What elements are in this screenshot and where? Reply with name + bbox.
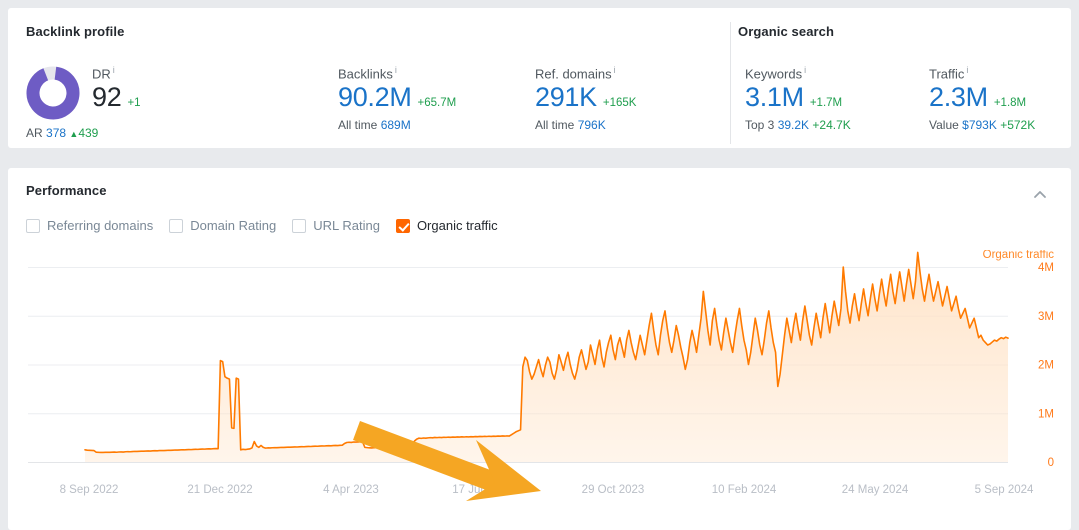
metric-traffic-label-text: Traffic: [929, 66, 965, 82]
metric-traffic-value[interactable]: 2.3M: [929, 83, 988, 112]
section-divider: [730, 22, 731, 144]
metric-backlinks-sub-value[interactable]: 689M: [381, 118, 411, 132]
metric-dr-value-row: 92 +1: [92, 82, 141, 113]
legend-label: URL Rating: [313, 218, 380, 233]
backlink-profile-title: Backlink profile: [26, 24, 125, 39]
x-axis-tick-label: 8 Sep 2022: [60, 484, 119, 496]
metric-keywords-value-row: 3.1M +1.7M: [745, 83, 851, 112]
metric-ref-domains-value[interactable]: 291K: [535, 83, 597, 112]
metric-keywords-label-text: Keywords: [745, 66, 803, 82]
metric-traffic-label: Traffic i: [929, 65, 1035, 81]
metric-dr-label: DR i: [92, 65, 141, 81]
checkbox-checked-icon[interactable]: [395, 218, 410, 233]
x-axis-tick-label: 21 Dec 2022: [187, 484, 252, 496]
metric-keywords-sub: Top 3 39.2K +24.7K: [745, 118, 851, 132]
metric-dr-label-text: DR: [92, 66, 111, 82]
metric-traffic-sub: Value $793K +572K: [929, 118, 1035, 132]
metric-ar-value[interactable]: 378: [46, 126, 66, 140]
dr-donut-chart: [26, 66, 80, 120]
overview-card: Backlink profile Organic search DR i 92 +…: [8, 8, 1071, 148]
metric-traffic-value-row: 2.3M +1.8M: [929, 83, 1035, 112]
y-axis-tick-label: 0: [1048, 457, 1054, 469]
performance-card: Performance Referring domains Domain Rati…: [8, 168, 1071, 530]
metric-ref-domains-delta: +165K: [602, 97, 637, 110]
metric-ref-domains-label-text: Ref. domains: [535, 66, 612, 82]
metric-traffic-sub-delta: +572K: [1000, 117, 1036, 132]
metric-dr: DR i 92 +1: [92, 65, 141, 112]
metric-backlinks-delta: +65.7M: [417, 97, 457, 110]
metric-ar: AR 378 ▲439: [26, 126, 98, 140]
legend-toggle-2[interactable]: URL Rating: [292, 218, 380, 233]
x-axis-tick-label: 5 Sep 2024: [975, 484, 1034, 496]
checkbox-icon[interactable]: [26, 218, 40, 233]
metric-keywords-value[interactable]: 3.1M: [745, 83, 804, 112]
metric-keywords-sub-value[interactable]: 39.2K: [778, 118, 809, 132]
metric-traffic: Traffic i 2.3M +1.8M Value $793K +572K: [929, 65, 1035, 132]
metric-ar-label: AR: [26, 126, 43, 140]
metric-backlinks-value[interactable]: 90.2M: [338, 83, 412, 112]
metric-ref-domains-sub-value[interactable]: 796K: [578, 118, 606, 132]
performance-title: Performance: [26, 183, 107, 198]
legend-toggle-0[interactable]: Referring domains: [26, 218, 153, 233]
metric-traffic-sub-value[interactable]: $793K: [962, 118, 997, 132]
legend-toggle-3[interactable]: Organic traffic: [395, 218, 498, 233]
x-axis-tick-label: 29 Oct 2023: [582, 484, 645, 496]
metric-ref-domains-label: Ref. domains i: [535, 65, 636, 81]
metric-backlinks-sub-label: All time: [338, 117, 378, 132]
checkbox-icon[interactable]: [292, 218, 307, 233]
x-axis-tick-label: 10 Feb 2024: [712, 484, 777, 496]
chart-series-label: Organic traffic: [983, 250, 1055, 261]
performance-chart[interactable]: 0 1M 2M 3M 4M Organic traffic 8 Sep 2022 21 Dec…: [8, 250, 1071, 530]
metric-backlinks-value-row: 90.2M +65.7M: [338, 83, 457, 112]
metric-backlinks-label: Backlinks i: [338, 65, 456, 81]
checkbox-icon[interactable]: [169, 218, 184, 233]
y-axis-tick-label: 2M: [1038, 360, 1054, 372]
metric-ref-domains-sub-label: All time: [535, 117, 575, 132]
metric-ar-delta: 439: [78, 126, 99, 140]
y-axis-tick-label: 3M: [1038, 311, 1054, 323]
organic-search-title: Organic search: [738, 24, 835, 39]
x-axis-tick-label: 4 Apr 2023: [323, 484, 379, 496]
metric-backlinks: Backlinks i 90.2M +65.7M All time 689M: [338, 65, 456, 132]
metric-keywords-label: Keywords i: [745, 65, 851, 81]
info-icon[interactable]: i: [395, 65, 397, 75]
metric-traffic-sub-label: Value: [929, 117, 959, 132]
triangle-up-icon: ▲: [69, 129, 79, 139]
legend-label: Organic traffic: [416, 218, 498, 233]
metric-backlinks-sub: All time 689M: [338, 118, 456, 132]
legend-toggle-1[interactable]: Domain Rating: [169, 218, 276, 233]
metric-dr-delta: +1: [127, 97, 141, 110]
info-icon[interactable]: i: [113, 65, 115, 75]
chevron-up-icon[interactable]: [1029, 184, 1051, 206]
metric-ref-domains-sub: All time 796K: [535, 118, 636, 132]
performance-legend: Referring domains Domain Rating URL Rating…: [26, 218, 498, 233]
info-icon[interactable]: i: [614, 65, 616, 75]
legend-label: Domain Rating: [190, 218, 277, 233]
metric-traffic-delta: +1.8M: [993, 97, 1027, 110]
info-icon[interactable]: i: [966, 65, 968, 75]
chart-area-fill: [85, 252, 1008, 462]
metric-dr-value: 92: [92, 82, 122, 113]
legend-label: Referring domains: [47, 218, 154, 233]
info-icon[interactable]: i: [804, 65, 806, 75]
metric-keywords-sub-delta: +24.7K: [812, 117, 851, 132]
y-axis-tick-label: 1M: [1038, 408, 1054, 420]
x-axis-tick-label: 24 May 2024: [842, 484, 909, 496]
metric-keywords: Keywords i 3.1M +1.7M Top 3 39.2K +24.7K: [745, 65, 851, 132]
metric-ref-domains-value-row: 291K +165K: [535, 83, 637, 112]
metric-ref-domains: Ref. domains i 291K +165K All time 796K: [535, 65, 636, 132]
y-axis-tick-label: 4M: [1038, 262, 1054, 274]
metric-keywords-delta: +1.7M: [809, 97, 843, 110]
metric-keywords-sub-label: Top 3: [745, 117, 775, 132]
metric-backlinks-label-text: Backlinks: [338, 66, 393, 82]
